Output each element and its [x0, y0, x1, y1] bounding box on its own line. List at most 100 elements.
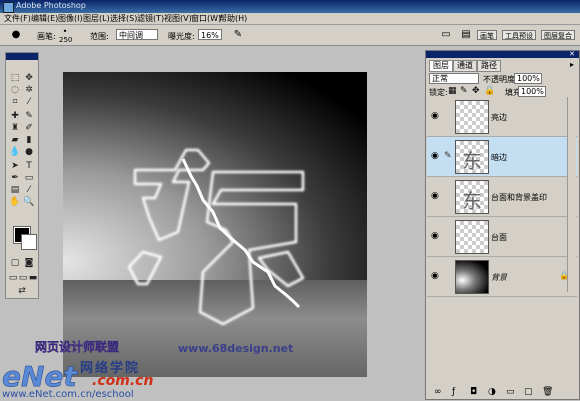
menu-view[interactable]: 视图(V) [164, 13, 192, 24]
lock-transparent-icon[interactable]: ▦ [448, 86, 457, 96]
pen-tool-icon[interactable]: ✒ [9, 173, 21, 184]
title-bar: Adobe Photoshop [0, 0, 580, 13]
lock-image-icon[interactable]: ✎ [460, 86, 468, 96]
link-layers-icon[interactable]: ∞ [434, 387, 442, 397]
layer-row-selected[interactable]: ◉ ✎ 东 暗边 [427, 137, 577, 177]
delete-layer-icon[interactable]: 🗑 [542, 387, 553, 397]
gradient-tool-icon[interactable]: ▮ [23, 135, 35, 146]
eye-icon[interactable]: ◉ [431, 271, 439, 281]
menu-image[interactable]: 图像(I) [58, 13, 83, 24]
opacity-label: 不透明度: [483, 75, 518, 84]
watermark-68design-url: www.68design.net [178, 342, 294, 355]
layer-thumbnail: 东 [455, 180, 489, 214]
notes-tool-icon[interactable]: ▤ [9, 185, 21, 196]
new-layer-icon[interactable]: ▢ [524, 387, 533, 397]
history-brush-tool-icon[interactable]: ✐ [23, 123, 35, 134]
toolbox: ⬚ ✥ ◌ ✲ ⌗ ⁄ ✚ ✎ ♜ ✐ ▰ ▮ 💧 ● ➤ T ✒ ▭ ▤ ⁄ … [5, 52, 39, 299]
opacity-input[interactable]: 100% [514, 73, 542, 84]
layer-row[interactable]: ◉ 背景 🔒 [427, 257, 577, 297]
magic-wand-tool-icon[interactable]: ✲ [23, 85, 35, 96]
brush-size: 250 [59, 36, 73, 44]
menu-file[interactable]: 文件(F) [4, 13, 31, 24]
enet-school-url: www.eNet.com.cn/eschool [2, 389, 134, 400]
standard-mode-icon[interactable]: ▢ [9, 258, 21, 269]
path-selection-tool-icon[interactable]: ➤ [9, 161, 21, 172]
brush-tool-icon[interactable]: ✎ [23, 111, 35, 122]
zoom-tool-icon[interactable]: 🔍 [23, 197, 35, 208]
marquee-tool-icon[interactable]: ⬚ [9, 73, 21, 84]
menu-select[interactable]: 选择(S) [110, 13, 137, 24]
layer-row[interactable]: ◉ 亮边 [427, 97, 577, 137]
eye-icon[interactable]: ◉ [431, 231, 439, 241]
screen-mode-full-icon[interactable]: ▬ [27, 273, 39, 284]
layer-style-icon[interactable]: ƒ [452, 387, 455, 397]
menu-edit[interactable]: 编辑(E) [31, 13, 58, 24]
exposure-label: 曝光度: [168, 32, 195, 41]
eye-icon[interactable]: ◉ [431, 191, 439, 201]
healing-brush-tool-icon[interactable]: ✚ [9, 111, 21, 122]
menu-layer[interactable]: 图层(L) [83, 13, 110, 24]
airbrush-icon[interactable]: ✎ [232, 29, 244, 41]
clone-stamp-tool-icon[interactable]: ♜ [9, 123, 21, 134]
layer-row[interactable]: ◉ 东 台面和背景盖印 [427, 177, 577, 217]
eraser-tool-icon[interactable]: ▰ [9, 135, 21, 146]
type-tool-icon[interactable]: T [23, 161, 35, 172]
palette-well-icon[interactable]: ▤ [460, 29, 472, 41]
move-tool-icon[interactable]: ✥ [23, 73, 35, 84]
layer-thumbnail [455, 220, 489, 254]
shape-tool-icon[interactable]: ▭ [23, 173, 35, 184]
eye-icon[interactable]: ◉ [431, 151, 439, 161]
file-browser-icon[interactable]: ▭ [440, 29, 452, 41]
slice-tool-icon[interactable]: ⁄ [23, 97, 35, 108]
layer-row[interactable]: ◉ 台面 [427, 217, 577, 257]
fill-input[interactable]: 100% [518, 86, 546, 97]
dodge-tool-icon[interactable]: ● [23, 147, 35, 158]
lock-position-icon[interactable]: ✥ [472, 86, 480, 96]
layers-panel: ✕ 图层 通道 路径 ▸ 正常 不透明度: 100% 锁定: ▦ ✎ ✥ 🔒 填… [425, 50, 580, 400]
hand-tool-icon[interactable]: ✋ [9, 197, 21, 208]
tab-channels[interactable]: 通道 [453, 60, 477, 72]
brush-icon: ✎ [444, 151, 452, 161]
tab-brushes[interactable]: 画笔 [477, 30, 497, 40]
blend-mode-select[interactable]: 正常 [429, 73, 479, 84]
jump-to-imageready-icon[interactable]: ⇄ [16, 286, 28, 297]
tab-layers[interactable]: 图层 [429, 60, 453, 72]
tab-layer-comps[interactable]: 图层复合 [541, 30, 575, 40]
background-color-swatch[interactable] [21, 234, 37, 250]
menu-window[interactable]: 窗口(W) [191, 13, 221, 24]
document-canvas[interactable] [63, 72, 367, 377]
new-group-icon[interactable]: ▭ [506, 387, 515, 397]
menu-filter[interactable]: 滤镜(T) [137, 13, 164, 24]
layer-name: 台面和背景盖印 [491, 193, 547, 202]
lasso-tool-icon[interactable]: ◌ [9, 85, 21, 96]
range-select[interactable]: 中间调 [116, 29, 158, 40]
layer-thumbnail [455, 100, 489, 134]
tab-tool-presets[interactable]: 工具预设 [502, 30, 536, 40]
panel-menu-icon[interactable]: ▸ [570, 60, 574, 69]
eye-icon[interactable]: ◉ [431, 111, 439, 121]
panel-close-icon[interactable]: ✕ [569, 50, 575, 58]
eyedropper-tool-icon[interactable]: ⁄ [23, 185, 35, 196]
crack-line [181, 158, 301, 309]
layer-name: 亮边 [491, 113, 507, 122]
quick-mask-mode-icon[interactable]: ◙ [23, 258, 35, 269]
adjustment-layer-icon[interactable]: ◑ [488, 387, 496, 397]
tab-paths[interactable]: 路径 [477, 60, 501, 72]
glyph-outline-right [198, 170, 305, 326]
menu-help[interactable]: 帮助(H) [219, 13, 247, 24]
layer-thumbnail: 东 [455, 140, 489, 174]
blur-tool-icon[interactable]: 💧 [9, 147, 21, 158]
brush-label: 画笔: [37, 32, 56, 41]
watermark-webdesigner: 网页设计师联盟 [35, 340, 120, 354]
cracked-glyph-artwork [127, 148, 305, 326]
lock-all-icon[interactable]: 🔒 [484, 86, 495, 96]
exposure-input[interactable]: 16% [198, 29, 222, 40]
window-title: Adobe Photoshop [16, 1, 86, 10]
dodge-tool-preset-icon[interactable]: ● [10, 29, 22, 41]
layers-scrollbar[interactable] [567, 97, 576, 292]
add-mask-icon[interactable]: ◘ [470, 387, 477, 397]
glyph-outline-left [127, 148, 211, 286]
photoshop-app-icon [3, 2, 14, 13]
crop-tool-icon[interactable]: ⌗ [9, 97, 21, 108]
options-bar: ● 画笔: • 250 范围: 中间调 曝光度: 16% ✎ ▭ ▤ 画笔 工具… [0, 25, 580, 46]
